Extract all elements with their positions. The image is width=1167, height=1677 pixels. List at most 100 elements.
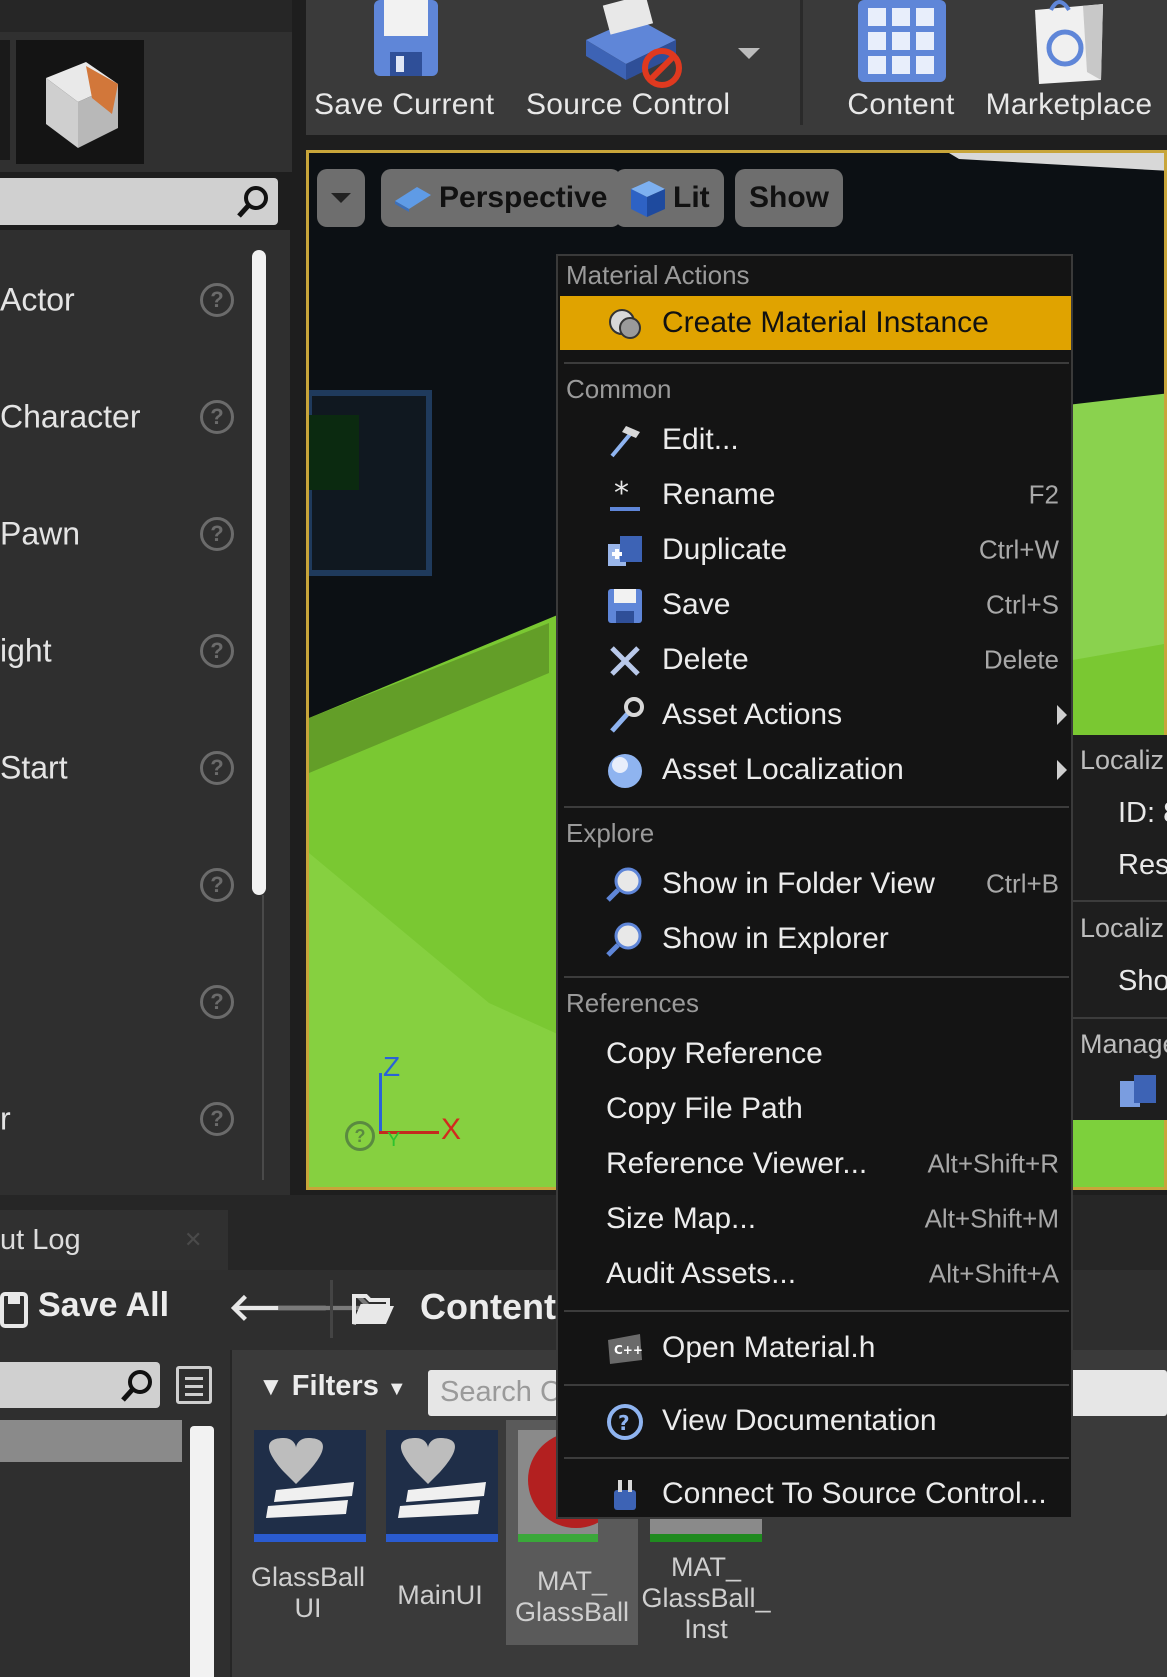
shortcut-label: F2	[1028, 479, 1059, 510]
asset-tile-mainui[interactable]	[386, 1430, 498, 1542]
menu-item-show-in-folder-view[interactable]: Show in Folder View Ctrl+B	[560, 858, 1071, 910]
save-current-label: Save Current	[314, 88, 495, 121]
tab-output-log[interactable]: ut Log ✕	[0, 1210, 228, 1270]
search-icon	[121, 1370, 152, 1402]
place-item-pawn[interactable]: Pawn?	[0, 479, 250, 589]
menu-item-delete[interactable]: Delete Delete	[560, 634, 1071, 686]
help-icon[interactable]: ?	[200, 985, 234, 1019]
sources-scrollbar[interactable]	[190, 1426, 214, 1677]
place-item-label: Character	[0, 398, 141, 435]
menu-item-label: Edit...	[662, 423, 739, 456]
selected-folder-row[interactable]	[0, 1420, 182, 1462]
mode-tab-edge[interactable]	[0, 40, 10, 160]
wrench-icon	[610, 697, 644, 733]
rename-asterisk-icon: *	[610, 477, 640, 511]
delete-x-icon	[610, 646, 640, 676]
tab-label: ut Log	[0, 1224, 81, 1256]
place-item-player-start[interactable]: Start?	[0, 713, 250, 823]
place-list-scrollbar[interactable]	[252, 250, 266, 895]
filters-button[interactable]: ▼ Filters ▼	[258, 1370, 407, 1410]
source-control-button[interactable]: Source Control	[526, 0, 730, 130]
help-icon[interactable]: ?	[200, 634, 234, 668]
place-item-6[interactable]: ?	[0, 830, 250, 940]
marketplace-button[interactable]: Marketplace	[974, 0, 1164, 130]
close-icon[interactable]: ✕	[184, 1210, 202, 1270]
help-icon[interactable]: ?	[345, 1121, 375, 1151]
perspective-button[interactable]: Perspective	[381, 169, 622, 227]
save-all-button[interactable]: Save All	[38, 1286, 169, 1325]
source-control-icon	[586, 0, 682, 88]
asset-context-menu: Material Actions Create Material Instanc…	[556, 254, 1073, 1519]
help-icon[interactable]: ?	[200, 283, 234, 317]
place-item-character[interactable]: Character?	[0, 362, 250, 472]
divider	[1072, 900, 1167, 902]
submenu-arrow-icon	[1057, 705, 1067, 725]
chevron-down-icon[interactable]	[738, 48, 760, 59]
menu-item-duplicate[interactable]: Duplicate Ctrl+W	[560, 524, 1071, 576]
toolbar-separator	[800, 0, 803, 125]
help-icon[interactable]: ?	[200, 517, 234, 551]
asset-name: GlassBall UI	[250, 1562, 366, 1623]
help-icon[interactable]: ?	[200, 400, 234, 434]
place-item-label: Pawn	[0, 515, 81, 552]
menu-item-open-material-h[interactable]: C++ Open Material.h	[560, 1322, 1071, 1374]
main-toolbar: Save Current Source Control Content Mark…	[306, 0, 1167, 135]
place-item-actor[interactable]: Actor?	[0, 245, 250, 355]
place-item-7[interactable]: ?	[0, 947, 250, 1057]
divider	[1072, 1017, 1167, 1019]
menu-separator	[564, 1384, 1069, 1386]
place-item-label: Start	[0, 749, 68, 786]
menu-item-copy-file-path[interactable]: Copy File Path	[560, 1083, 1071, 1135]
menu-item-label: Reference Viewer...	[606, 1147, 868, 1180]
menu-separator	[564, 806, 1069, 808]
duplicate-icon[interactable]	[1118, 1071, 1158, 1111]
menu-item-label: Size Map...	[606, 1202, 757, 1235]
camera-perspective-icon	[395, 187, 431, 212]
menu-item-show-in-explorer[interactable]: Show in Explorer	[560, 913, 1071, 965]
place-mode-tab[interactable]	[16, 40, 144, 164]
menu-item-view-documentation[interactable]: ? View Documentation	[560, 1395, 1071, 1447]
chevron-down-icon: ▼	[386, 1378, 407, 1400]
folder-icon	[352, 1294, 394, 1325]
menu-item-connect-to-source-control[interactable]: Connect To Source Control...	[560, 1468, 1071, 1520]
menu-item-reference-viewer[interactable]: Reference Viewer... Alt+Shift+R	[560, 1138, 1071, 1190]
menu-item-save[interactable]: Save Ctrl+S	[560, 579, 1071, 631]
section-header-references: References	[566, 988, 699, 1018]
menu-item-label: Show in Folder View	[662, 867, 935, 900]
menu-item-asset-localization[interactable]: Asset Localization	[560, 744, 1071, 796]
menu-item-size-map[interactable]: Size Map... Alt+Shift+M	[560, 1193, 1071, 1245]
menu-item-rename[interactable]: * Rename F2	[560, 469, 1071, 521]
menu-item-copy-reference[interactable]: Copy Reference	[560, 1028, 1071, 1080]
menu-item-label: Create Material Instance	[662, 306, 989, 339]
lit-view-mode-button[interactable]: Lit	[615, 169, 724, 227]
place-item-label: Actor	[0, 281, 75, 318]
breadcrumb-content[interactable]: Content	[420, 1286, 556, 1328]
view-options-icon[interactable]	[176, 1366, 212, 1404]
svg-text:?: ?	[618, 1411, 630, 1435]
menu-item-audit-assets[interactable]: Audit Assets... Alt+Shift+A	[560, 1248, 1071, 1300]
x-axis-label: X	[441, 1113, 462, 1146]
place-item-light[interactable]: ight?	[0, 596, 250, 706]
help-icon[interactable]: ?	[200, 868, 234, 902]
help-icon[interactable]: ?	[200, 751, 234, 785]
separator	[330, 1280, 333, 1338]
show-flags-button[interactable]: Show	[735, 169, 843, 227]
localization-section-label: Localiz	[1080, 745, 1165, 775]
help-icon[interactable]: ?	[200, 1102, 234, 1136]
menu-item-create-material-instance[interactable]: Create Material Instance	[560, 296, 1071, 350]
asset-tile-glassball-ui[interactable]	[254, 1430, 366, 1542]
content-button[interactable]: Content	[826, 0, 976, 130]
place-search-input[interactable]	[0, 178, 278, 225]
menu-item-edit[interactable]: Edit...	[560, 414, 1071, 466]
menu-item-label: Save	[662, 588, 731, 621]
sources-search-input[interactable]	[0, 1362, 160, 1408]
geometry-cube-icon	[46, 62, 118, 148]
manage-section-label: Manage	[1080, 1029, 1167, 1059]
place-item-8[interactable]: r?	[0, 1064, 250, 1174]
save-icon	[0, 1292, 28, 1328]
viewport-options-button[interactable]	[317, 169, 365, 227]
asset-details-popup: Localiz ID: 8 Res Localiz Sho Manage	[1072, 735, 1167, 1120]
save-current-button[interactable]: Save Current	[314, 0, 494, 130]
menu-item-asset-actions[interactable]: Asset Actions	[560, 689, 1071, 741]
material-instance-icon	[609, 309, 641, 339]
